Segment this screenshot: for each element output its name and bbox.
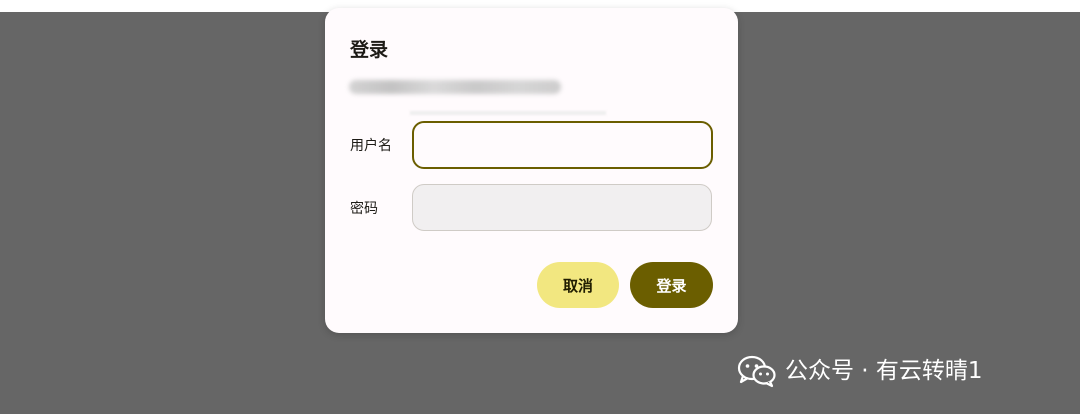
password-input[interactable] [412,184,712,231]
dialog-title: 登录 [350,39,389,61]
wechat-icon [737,355,776,388]
username-input[interactable] [412,121,713,169]
watermark: 公众号 · 有云转晴1 [737,354,983,388]
login-dialog: 登录 用户名 密码 取消 登录 [325,8,738,333]
password-label: 密码 [350,201,378,217]
cancel-button[interactable]: 取消 [537,262,619,308]
blurred-underline [410,111,606,115]
login-button[interactable]: 登录 [630,262,713,308]
blurred-description [349,80,561,94]
username-label: 用户名 [350,138,392,154]
watermark-text: 公众号 · 有云转晴1 [785,358,983,384]
